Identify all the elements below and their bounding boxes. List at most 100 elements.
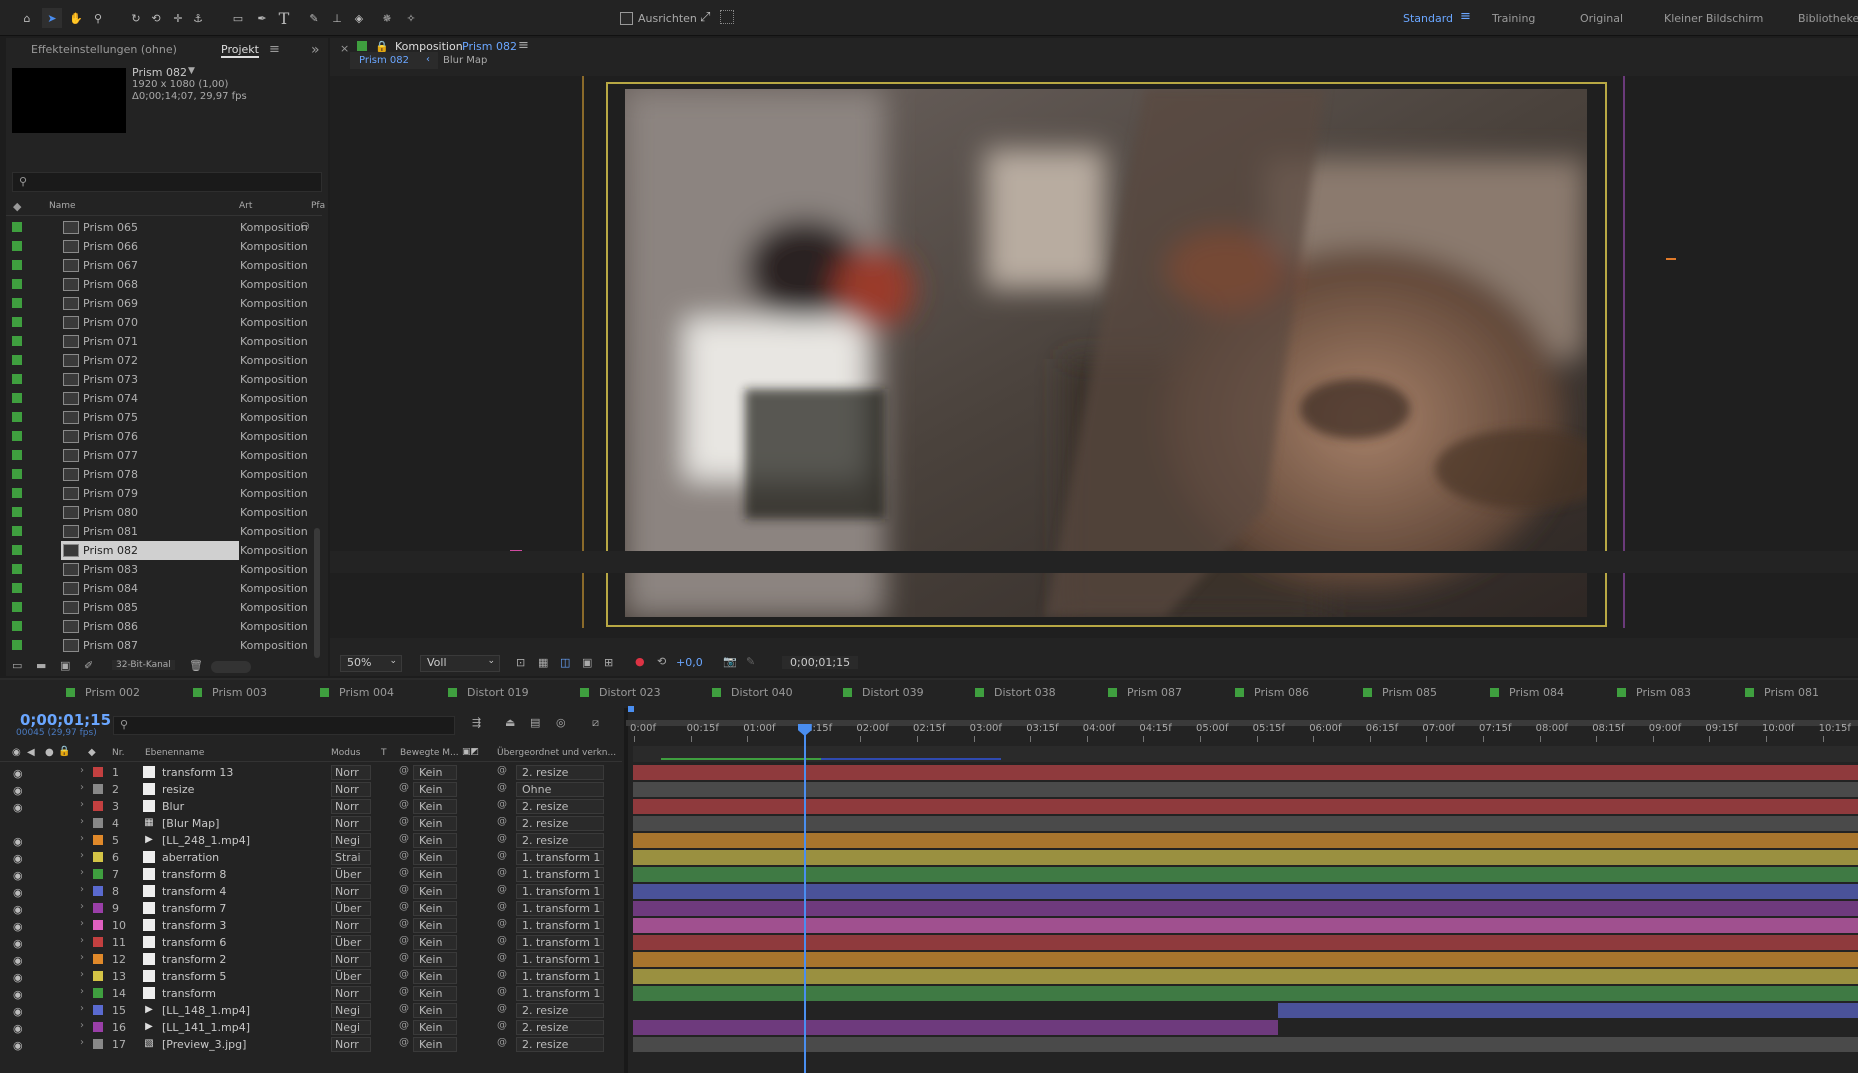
clone-stamp-icon[interactable]: ⊥: [327, 8, 347, 28]
playhead-line[interactable]: [797, 724, 812, 1073]
layer-duration-bar[interactable]: [633, 850, 1858, 865]
project-item[interactable]: Prism 073 Komposition: [6, 370, 322, 389]
camera-orbit-icon[interactable]: ⟲: [146, 8, 166, 28]
zoom-dropdown[interactable]: 50% ⌄: [340, 655, 402, 672]
bit-depth-button[interactable]: 32-Bit-Kanal: [112, 660, 175, 670]
layer-duration-bar[interactable]: [633, 1020, 1278, 1035]
project-item[interactable]: Prism 077 Komposition: [6, 446, 322, 465]
column-trackmatte[interactable]: T: [381, 748, 387, 758]
region-of-interest-icon[interactable]: ⊡: [516, 656, 525, 669]
label-color-swatch[interactable]: [12, 640, 22, 650]
label-color-swatch[interactable]: [12, 621, 22, 631]
exposure-value[interactable]: +0,0: [676, 656, 703, 669]
roto-brush-icon[interactable]: ✵: [377, 8, 397, 28]
grid-guides-icon[interactable]: ⊞: [604, 656, 613, 669]
panel-menu-icon[interactable]: ≡: [518, 38, 529, 53]
workspace-standard[interactable]: Standard: [1403, 12, 1453, 25]
project-item[interactable]: Prism 072 Komposition: [6, 351, 322, 370]
label-color-swatch[interactable]: [12, 469, 22, 479]
comp-tab[interactable]: Distort 023: [580, 686, 661, 699]
workspace-menu-icon[interactable]: ≡: [1460, 9, 1471, 24]
layer-duration-bar[interactable]: [633, 782, 1858, 797]
comp-tab[interactable]: Prism 083: [1617, 686, 1691, 699]
workspace-original[interactable]: Original: [1580, 12, 1623, 25]
workspace-libraries[interactable]: Bibliotheken: [1798, 12, 1858, 25]
label-color-swatch[interactable]: [12, 450, 22, 460]
workspace-training[interactable]: Training: [1492, 12, 1535, 25]
selection-arrow-icon[interactable]: ➤: [42, 8, 62, 28]
comp-mini-flowchart-icon[interactable]: ⇶: [472, 716, 481, 729]
layer-duration-bar[interactable]: [633, 969, 1858, 984]
zoom-icon[interactable]: ⚲: [88, 8, 108, 28]
comp-tab[interactable]: Distort 019: [448, 686, 529, 699]
project-item[interactable]: Prism 080 Komposition: [6, 503, 322, 522]
column-path[interactable]: Pfa: [311, 201, 325, 211]
layer-duration-bar[interactable]: [633, 867, 1858, 882]
label-color-swatch[interactable]: [12, 279, 22, 289]
pan-behind-icon[interactable]: ✛: [168, 8, 188, 28]
comp-tab[interactable]: Prism 003: [193, 686, 267, 699]
work-area-start-handle[interactable]: [628, 706, 634, 712]
comp-tab[interactable]: Prism 004: [320, 686, 394, 699]
dependency-flow-icon[interactable]: ⚇: [300, 220, 310, 233]
project-item[interactable]: Prism 078 Komposition: [6, 465, 322, 484]
puppet-pin-icon[interactable]: ✧: [401, 8, 421, 28]
comp-tab[interactable]: Prism 085: [1363, 686, 1437, 699]
project-item[interactable]: Prism 068 Komposition: [6, 275, 322, 294]
layer-duration-bar[interactable]: [633, 799, 1858, 814]
rotate-icon[interactable]: ↻: [126, 8, 146, 28]
project-item[interactable]: Prism 085 Komposition: [6, 598, 322, 617]
label-color-swatch[interactable]: [12, 488, 22, 498]
label-color-swatch[interactable]: [12, 336, 22, 346]
snap-icon[interactable]: [720, 10, 734, 24]
label-color-swatch[interactable]: [12, 583, 22, 593]
align-checkbox[interactable]: [620, 12, 633, 25]
comp-tab[interactable]: Distort 039: [843, 686, 924, 699]
label-color-swatch[interactable]: [12, 260, 22, 270]
home-icon[interactable]: ⌂: [17, 8, 37, 28]
layer-duration-bar[interactable]: [633, 935, 1858, 950]
tab-effect-controls[interactable]: Effekteinstellungen (ohne): [31, 38, 177, 62]
column-name[interactable]: Name: [49, 201, 76, 211]
motion-blur-icon[interactable]: ◎: [556, 716, 566, 729]
anchor-icon[interactable]: ⚓: [188, 8, 208, 28]
time-ruler[interactable]: 0:00f 00:15f 01:00f 01:15f 02:00f 02:15f 03:00…: [626, 720, 1858, 742]
breadcrumb-active[interactable]: Prism 082: [359, 55, 409, 66]
column-type[interactable]: Art: [239, 201, 252, 211]
new-folder-icon[interactable]: ▬: [36, 659, 46, 672]
breadcrumb-next[interactable]: Blur Map: [443, 55, 487, 66]
timeline-search-input[interactable]: ⚲: [113, 716, 455, 735]
label-color-swatch[interactable]: [12, 431, 22, 441]
project-item[interactable]: Prism 083 Komposition: [6, 560, 322, 579]
label-color-swatch[interactable]: [12, 412, 22, 422]
chevron-down-icon[interactable]: ▼: [188, 66, 195, 76]
project-item[interactable]: Prism 087 Komposition: [6, 636, 322, 655]
project-item[interactable]: Prism 070 Komposition: [6, 313, 322, 332]
safe-margins-icon[interactable]: ▣: [582, 656, 592, 669]
workspace-small-screen[interactable]: Kleiner Bildschirm: [1664, 12, 1763, 25]
comp-tab[interactable]: Prism 084: [1490, 686, 1564, 699]
comp-tab[interactable]: Prism 002: [66, 686, 140, 699]
project-item[interactable]: Prism 071 Komposition: [6, 332, 322, 351]
show-snapshot-icon[interactable]: ✎: [746, 655, 755, 668]
label-color-swatch[interactable]: [12, 374, 22, 384]
layer-duration-bar[interactable]: [1278, 1003, 1858, 1018]
label-color-swatch[interactable]: [12, 298, 22, 308]
resolution-dropdown[interactable]: Voll ⌄: [420, 655, 500, 672]
project-search-input[interactable]: ⚲: [12, 172, 322, 192]
layer-duration-bar[interactable]: [633, 918, 1858, 933]
project-settings-icon[interactable]: ✐: [84, 659, 93, 672]
project-item[interactable]: Prism 079 Komposition: [6, 484, 322, 503]
thumbnail-slider[interactable]: [211, 661, 251, 673]
hand-icon[interactable]: ✋: [66, 8, 86, 28]
project-item[interactable]: Prism 067 Komposition: [6, 256, 322, 275]
transparency-grid-icon[interactable]: ▦: [538, 656, 548, 669]
project-scrollbar[interactable]: [314, 528, 320, 658]
layer-duration-bar[interactable]: [633, 952, 1858, 967]
layer-duration-bar[interactable]: [633, 833, 1858, 848]
mask-visibility-icon[interactable]: ◫: [560, 656, 570, 669]
graph-editor-icon[interactable]: ⧄: [592, 716, 599, 730]
align-options-icon[interactable]: ⤢: [700, 10, 710, 25]
draft-3d-icon[interactable]: ⏏: [505, 716, 515, 729]
label-color-swatch[interactable]: [12, 545, 22, 555]
